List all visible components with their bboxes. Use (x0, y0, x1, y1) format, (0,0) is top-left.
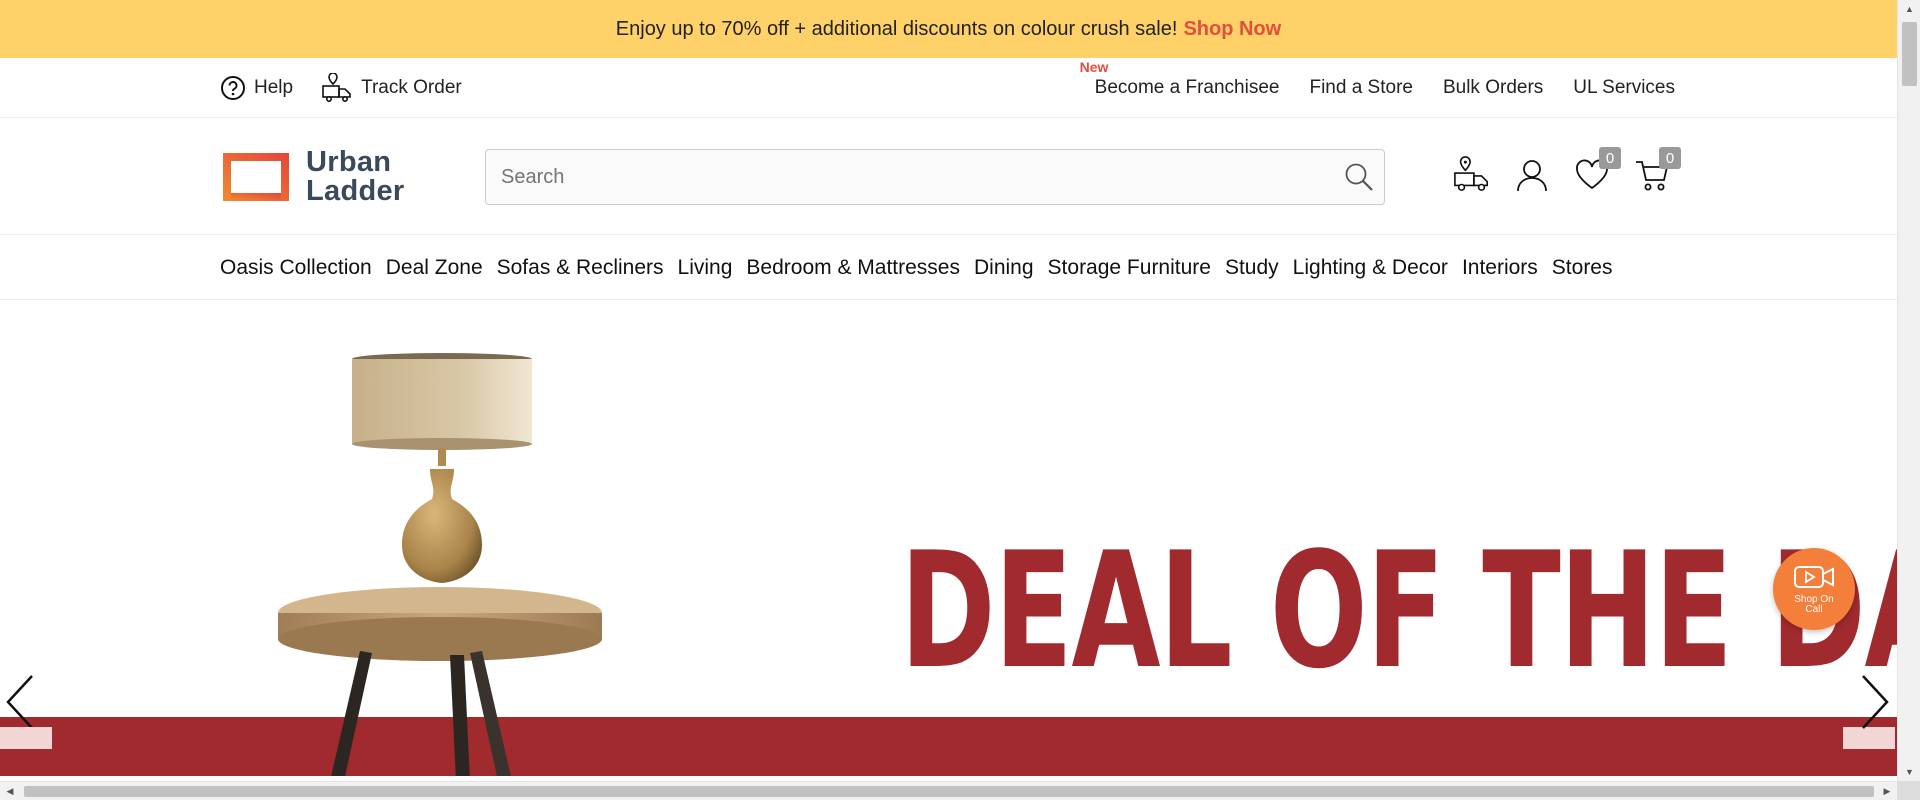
ul-services-link[interactable]: UL Services (1573, 77, 1675, 99)
nav-item-study[interactable]: Study (1218, 256, 1286, 280)
store-locator-truck-icon (1454, 156, 1489, 192)
lamp-on-side-table-image (278, 353, 602, 776)
find-a-store-link[interactable]: Find a Store (1309, 77, 1413, 99)
logo-line-2: Ladder (306, 175, 405, 207)
logo-mark-icon (223, 153, 289, 201)
horizontal-scrollbar[interactable]: ◀ ▶ (0, 781, 1897, 800)
search-box (485, 149, 1385, 205)
nav-item-interiors[interactable]: Interiors (1455, 256, 1545, 280)
search-button[interactable] (1334, 150, 1384, 204)
promo-banner: Enjoy up to 70% off + additional discoun… (0, 0, 1897, 58)
nav-item-dining[interactable]: Dining (967, 256, 1041, 280)
store-locator-button[interactable] (1453, 156, 1491, 194)
nav-item-sofas-recliners[interactable]: Sofas & Recliners (490, 256, 671, 280)
help-link[interactable]: Help (220, 75, 293, 101)
nav-item-stores[interactable]: Stores (1545, 256, 1620, 280)
video-call-icon (1794, 566, 1834, 588)
header-icons: 0 0 (1453, 147, 1681, 194)
scroll-right-arrow-icon[interactable]: ▶ (1877, 782, 1897, 800)
wishlist-button[interactable]: 0 (1573, 147, 1621, 194)
deal-of-the-day-headline: DEAL OF THE DAY (900, 517, 1897, 704)
category-nav: Oasis Collection Deal Zone Sofas & Recli… (0, 236, 1897, 300)
new-tag: New (1079, 59, 1109, 75)
urban-ladder-logo[interactable]: Urban Ladder (220, 148, 405, 206)
scroll-left-arrow-icon[interactable]: ◀ (0, 782, 20, 800)
profile-button[interactable] (1513, 156, 1551, 194)
help-label: Help (254, 77, 294, 98)
logo-text: Urban Ladder (306, 148, 405, 206)
cart-count-badge: 0 (1659, 147, 1681, 169)
carousel-prev-button[interactable] (0, 672, 52, 749)
shop-on-call-label: Shop On Call (1794, 594, 1834, 615)
become-franchisee-label: Become a Franchisee (1094, 77, 1280, 98)
scroll-down-arrow-icon[interactable]: ▼ (1898, 763, 1920, 781)
nav-item-lighting-decor[interactable]: Lighting & Decor (1286, 256, 1455, 280)
vertical-scroll-thumb[interactable] (1902, 22, 1917, 86)
search-icon (1345, 163, 1373, 191)
chevron-left-icon (6, 675, 33, 729)
shop-now-link[interactable]: Shop Now (1183, 18, 1281, 41)
become-franchisee-link[interactable]: New Become a Franchisee (1080, 59, 1280, 99)
cart-button[interactable]: 0 (1633, 147, 1681, 194)
hero-banner[interactable]: DEAL OF THE DAY (0, 301, 1897, 776)
main-header: Urban Ladder Search 0 0 (0, 118, 1897, 235)
horizontal-scroll-thumb[interactable] (24, 786, 1874, 797)
vertical-scrollbar[interactable]: ▲ ▼ (1897, 0, 1920, 781)
nav-item-bedroom-mattresses[interactable]: Bedroom & Mattresses (739, 256, 967, 280)
search-input[interactable] (486, 150, 1334, 204)
delivery-truck-icon (322, 73, 351, 102)
nav-item-living[interactable]: Living (671, 256, 740, 280)
user-profile-icon (1517, 160, 1547, 192)
track-order-label: Track Order (361, 77, 462, 98)
help-circle-icon (221, 76, 245, 100)
carousel-next-button[interactable] (1843, 672, 1895, 749)
promo-text: Enjoy up to 70% off + additional discoun… (615, 17, 1178, 40)
scrollbar-corner (1897, 781, 1920, 800)
bulk-orders-link[interactable]: Bulk Orders (1443, 77, 1543, 99)
prev-arrow-tab (0, 727, 52, 749)
utility-bar: Help Track Order New Become a Franchisee… (0, 58, 1897, 118)
shop-on-call-button[interactable]: Shop On Call (1773, 548, 1855, 630)
nav-item-oasis-collection[interactable]: Oasis Collection (220, 256, 379, 280)
nav-item-deal-zone[interactable]: Deal Zone (379, 256, 490, 280)
track-order-link[interactable]: Track Order (321, 73, 462, 103)
chevron-right-icon (1862, 675, 1889, 729)
nav-item-storage-furniture[interactable]: Storage Furniture (1041, 256, 1218, 280)
wishlist-count-badge: 0 (1599, 147, 1621, 169)
scroll-up-arrow-icon[interactable]: ▲ (1898, 0, 1920, 18)
logo-line-1: Urban (306, 146, 392, 178)
